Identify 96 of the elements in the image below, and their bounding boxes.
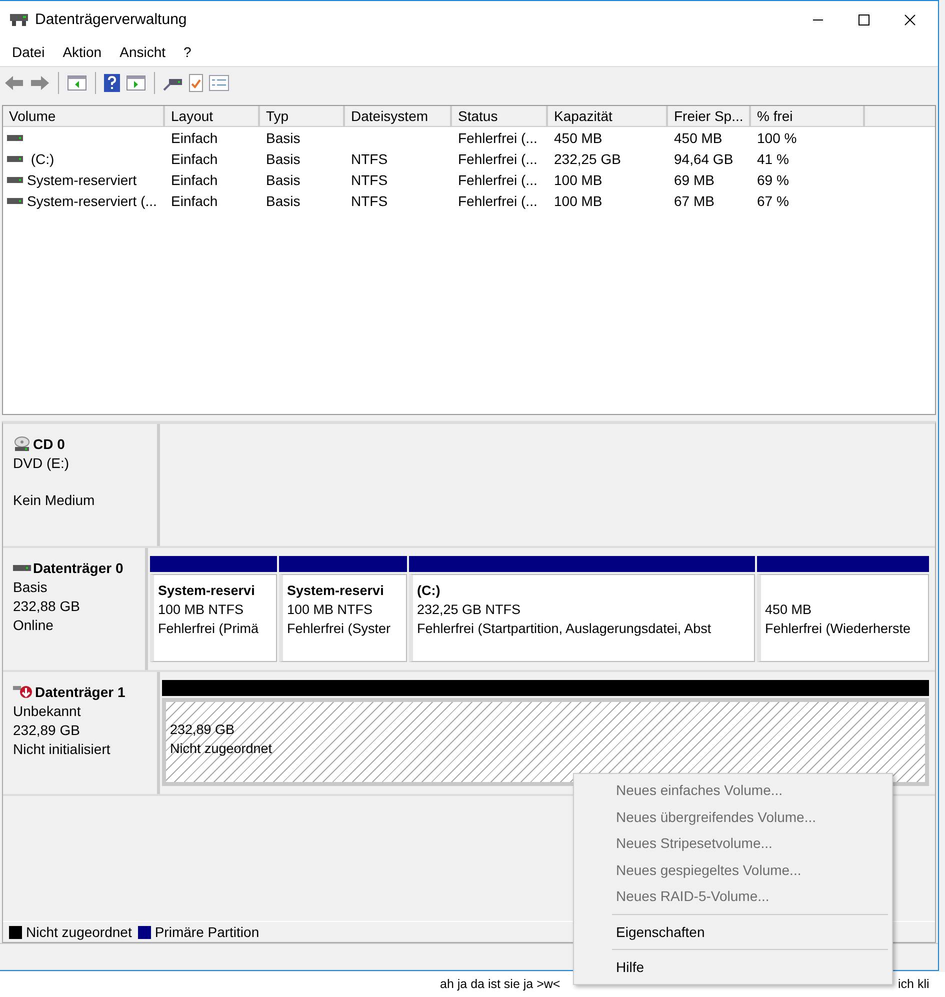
table-cell: Fehlerfrei (... xyxy=(458,150,538,166)
menu-item[interactable]: ? xyxy=(184,44,192,60)
table-cell: Einfach xyxy=(171,172,218,188)
legend-label: Primäre Partition xyxy=(154,924,260,940)
disk-info: Online xyxy=(13,616,54,635)
table-cell: Einfach xyxy=(171,130,218,146)
partition-info: 100 MB NTFS xyxy=(158,601,245,619)
partition-info: Fehlerfrei (Primä xyxy=(158,620,260,638)
maximize-icon[interactable] xyxy=(858,14,870,26)
table-cell: Fehlerfrei (... xyxy=(458,172,538,188)
column-header[interactable]: Status xyxy=(452,106,548,127)
table-cell: NTFS xyxy=(351,150,388,166)
partition-info: 450 MB xyxy=(765,601,813,619)
disk-info: 232,88 GB xyxy=(13,597,81,616)
partition-title: (C:) xyxy=(417,582,442,600)
table-cell: 232,25 GB xyxy=(554,150,621,166)
partition-info: 232,25 GB NTFS xyxy=(417,601,522,619)
drive-error-icon xyxy=(13,685,33,699)
disk-info: 232,89 GB xyxy=(13,721,81,740)
menu-item[interactable]: Ansicht xyxy=(120,44,166,60)
drive-icon xyxy=(7,156,23,162)
chat-message: ich kli xyxy=(898,977,930,991)
list-icon[interactable] xyxy=(209,75,229,91)
partition-info: Fehlerfrei (Syster xyxy=(287,620,392,638)
partition-title: System-reservi xyxy=(158,582,256,600)
table-cell: NTFS xyxy=(351,172,388,188)
drive-icon xyxy=(7,134,23,140)
partition-info: Fehlerfrei (Startpartition, Auslagerungsdatei, Abst xyxy=(417,620,712,638)
table-cell: Basis xyxy=(266,192,300,208)
table-cell: Einfach xyxy=(171,192,218,208)
table-cell: 69 % xyxy=(757,172,789,188)
disk-name: CD 0 xyxy=(33,436,65,452)
partition-block[interactable]: 450 MB Fehlerfrei (Wiederherste xyxy=(757,574,929,662)
table-cell: System-reserviert (... xyxy=(27,192,157,208)
drive-icon xyxy=(7,198,23,204)
column-header[interactable]: Typ xyxy=(260,106,345,127)
partition-info: Fehlerfrei (Wiederherste xyxy=(765,620,912,638)
partition-title: System-reservi xyxy=(287,582,385,600)
column-header[interactable]: Freier Sp... xyxy=(668,106,751,127)
table-cell: 67 % xyxy=(757,192,789,208)
partition-block[interactable]: System-reservi 100 MB NTFS Fehlerfrei (Primä xyxy=(150,574,277,662)
back-arrow-icon[interactable] xyxy=(4,75,24,91)
context-menu-item[interactable]: Eigenschaften xyxy=(574,918,892,945)
table-cell: 100 MB xyxy=(554,192,602,208)
cd-drive-icon xyxy=(13,436,31,452)
disk-name: Datenträger 1 xyxy=(35,684,126,700)
column-header[interactable]: Volume xyxy=(3,106,165,127)
forward-arrow-icon[interactable] xyxy=(30,75,50,91)
menu-item[interactable]: Datei xyxy=(12,44,45,60)
disk-info: Unbekannt xyxy=(13,702,82,721)
table-cell: 41 % xyxy=(757,150,789,166)
table-cell: 100 % xyxy=(757,130,797,146)
checklist-page-icon[interactable] xyxy=(189,74,203,92)
partition-block[interactable]: 232,89 GB Nicht zugeordnet xyxy=(162,698,929,786)
partition-info: 232,89 GB xyxy=(170,721,236,739)
drive-icon xyxy=(13,565,31,571)
table-cell: 450 MB xyxy=(674,130,722,146)
column-header xyxy=(865,106,935,127)
table-cell: Einfach xyxy=(171,150,218,166)
window-title: Datenträgerverwaltung xyxy=(35,11,187,28)
table-cell: NTFS xyxy=(351,192,388,208)
close-icon[interactable] xyxy=(904,14,916,26)
table-cell: Fehlerfrei (... xyxy=(458,130,538,146)
disk-info: Kein Medium xyxy=(13,491,96,510)
table-cell: 67 MB xyxy=(674,192,714,208)
panel-icon[interactable] xyxy=(126,75,146,91)
partition-block[interactable]: (C:) 232,25 GB NTFS Fehlerfrei (Startpartition, Auslagerungsdatei, Abst xyxy=(409,574,755,662)
table-cell: 100 MB xyxy=(554,172,602,188)
drive-icon xyxy=(7,176,23,182)
partition-info: 100 MB NTFS xyxy=(287,601,374,619)
column-header[interactable]: Dateisystem xyxy=(345,106,452,127)
table-cell: 94,64 GB xyxy=(674,150,734,166)
table-cell: Fehlerfrei (... xyxy=(458,192,538,208)
column-header[interactable]: Kapazität xyxy=(548,106,668,127)
table-cell: 450 MB xyxy=(554,130,602,146)
table-cell-text: (C:) xyxy=(30,150,54,166)
table-cell: Basis xyxy=(266,172,300,188)
chat-message: ah ja da ist sie ja >w< xyxy=(440,977,560,991)
legend-label: Nicht zugeordnet xyxy=(26,924,132,940)
disk-info: Nicht initialisiert xyxy=(13,740,112,759)
disk-info: DVD (E:) xyxy=(13,454,70,473)
table-cell: 69 MB xyxy=(674,172,714,188)
context-menu-item[interactable]: Hilfe xyxy=(574,954,892,980)
table-cell: Basis xyxy=(266,130,300,146)
table-cell: System-reserviert xyxy=(27,172,137,188)
column-header[interactable]: Layout xyxy=(165,106,260,127)
menu-item[interactable]: Aktion xyxy=(62,44,102,60)
panel-icon[interactable] xyxy=(67,75,87,91)
disk-drive-icon xyxy=(9,12,29,28)
help-icon[interactable] xyxy=(104,74,120,92)
disk-info: Basis xyxy=(13,578,48,597)
column-header[interactable]: % frei xyxy=(751,106,865,127)
partition-block[interactable]: System-reservi 100 MB NTFS Fehlerfrei (Syster xyxy=(279,574,407,662)
disk-name: Datenträger 0 xyxy=(33,560,124,576)
partition-info: Nicht zugeordnet xyxy=(170,740,274,758)
table-cell: Basis xyxy=(266,150,300,166)
